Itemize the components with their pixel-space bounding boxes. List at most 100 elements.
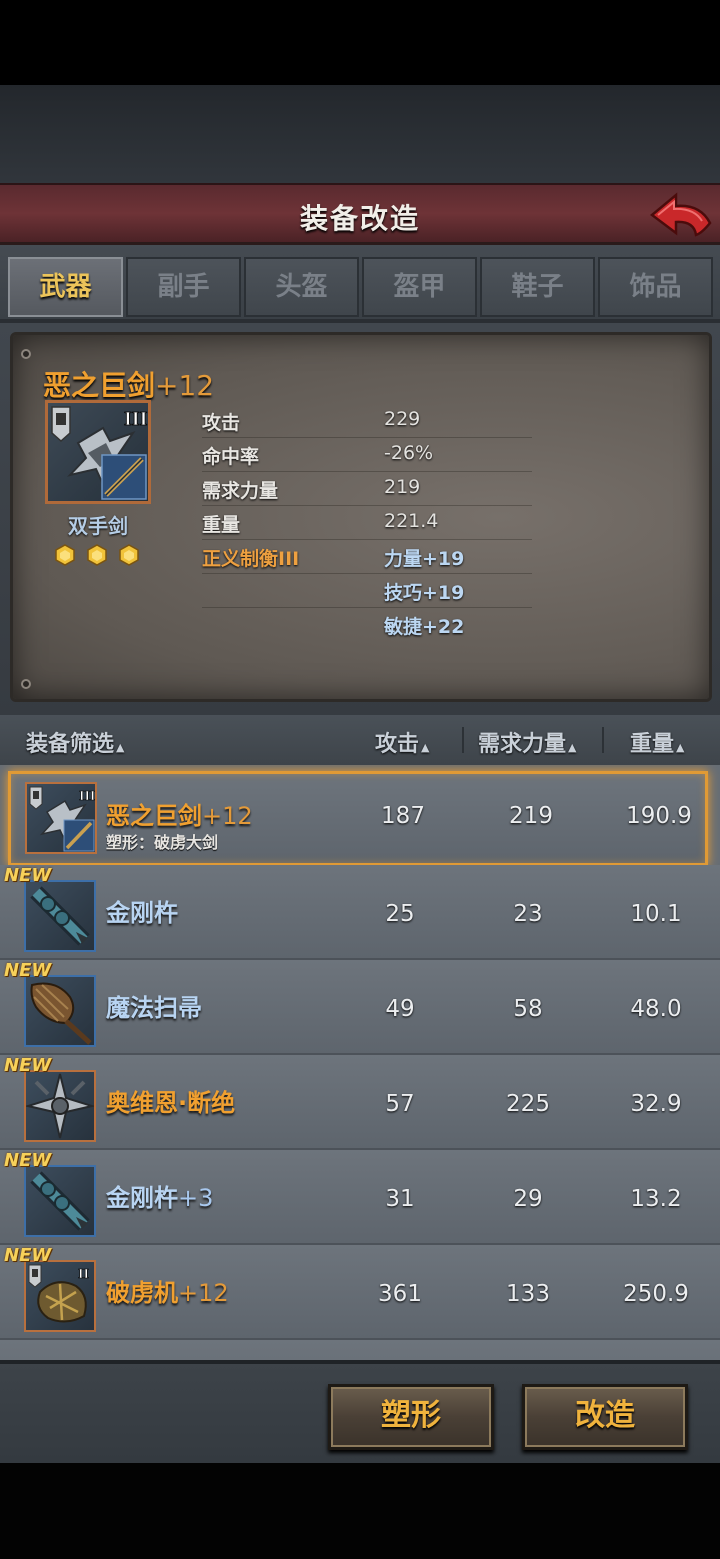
stat-label: 攻击 [202, 412, 241, 434]
item-weight: 48.0 [630, 996, 682, 1022]
stat-row-set-bonus: 正义制衡III 力量+19 [202, 540, 532, 574]
item-strength: 23 [513, 901, 543, 927]
tab-armor[interactable]: 盔甲 [362, 257, 477, 317]
gem-icon [54, 544, 76, 566]
item-weight: 190.9 [626, 803, 692, 829]
new-badge: NEW [4, 865, 52, 886]
shape-button[interactable]: 塑形 [328, 1384, 494, 1450]
modify-button[interactable]: 改造 [522, 1384, 688, 1450]
list-item-selected[interactable]: III 恶之巨剑+12 塑形：破虏大剑 187 219 190.9 [8, 771, 708, 866]
stat-row-weight: 重量 221.4 [202, 506, 532, 540]
item-weight: 32.9 [630, 1091, 682, 1117]
item-strength: 219 [509, 803, 553, 829]
bonus-value: 敏捷+22 [384, 616, 465, 638]
item-strength: 133 [506, 1281, 550, 1307]
detail-item-icon: III [45, 400, 151, 504]
bonus-value: 力量+19 [384, 548, 465, 570]
sort-weight-button[interactable]: 重量 ▲ [630, 726, 684, 758]
item-weight: 13.2 [630, 1186, 682, 1212]
new-badge: NEW [4, 1055, 52, 1076]
stat-label: 命中率 [202, 446, 260, 468]
stat-row-accuracy: 命中率 -26% [202, 438, 532, 472]
sort-strength-button[interactable]: 需求力量 ▲ [478, 726, 576, 758]
list-item[interactable] [0, 1340, 720, 1360]
item-icon-frame [24, 975, 96, 1047]
stat-value: 229 [384, 408, 421, 430]
item-subtitle: 塑形：破虏大剑 [106, 833, 219, 852]
siege-engine-icon: II [28, 1264, 89, 1323]
broom-icon [30, 982, 92, 1045]
rivet [21, 679, 31, 689]
item-name: 魔法扫帚 [106, 988, 202, 1023]
stat-row-attack: 攻击 229 [202, 404, 532, 438]
item-name-text: 魔法扫帚 [106, 994, 202, 1022]
divider [602, 727, 604, 753]
navigation-bar-area [0, 1463, 720, 1559]
back-arrow-icon [649, 192, 712, 237]
item-name: 破虏机+12 [106, 1273, 229, 1308]
item-strength: 29 [513, 1186, 543, 1212]
item-plus-text: +12 [202, 802, 253, 830]
title-bar: 装备改造 [0, 183, 720, 245]
sort-arrow-icon: ▲ [421, 741, 430, 754]
tab-offhand[interactable]: 副手 [126, 257, 241, 317]
vajra-icon [30, 886, 90, 946]
rivet [21, 349, 31, 359]
detail-plus-text: +12 [155, 369, 215, 402]
stat-value: -26% [384, 442, 434, 464]
stat-label: 需求力量 [202, 480, 279, 502]
list-item[interactable]: NEW 魔法扫帚 49 58 48.0 [0, 960, 720, 1055]
new-badge: NEW [4, 960, 52, 981]
tab-accessory[interactable]: 饰品 [598, 257, 713, 317]
list-item[interactable]: II NEW 破虏机+12 361 133 250.9 [0, 1245, 720, 1340]
sort-strength-text: 需求力量 [478, 732, 567, 757]
item-attack: 361 [378, 1281, 422, 1307]
stat-label: 重量 [202, 514, 241, 536]
set-bonus-label: 正义制衡III [202, 548, 300, 570]
stat-value: 219 [384, 476, 421, 498]
vajra-icon [30, 1171, 90, 1231]
tab-helmet[interactable]: 头盔 [244, 257, 359, 317]
detail-tier-text: III [124, 408, 148, 430]
item-name: 金刚杵 [106, 893, 178, 928]
page-title: 装备改造 [299, 202, 420, 235]
item-icon-frame [24, 1165, 96, 1237]
sort-attack-text: 攻击 [375, 732, 420, 757]
great-sword-icon: III [51, 406, 148, 500]
item-plus-text: +3 [178, 1184, 214, 1212]
status-bar-area [0, 0, 720, 85]
item-name: 恶之巨剑+12 [106, 796, 253, 831]
cross-blade-icon [24, 1073, 96, 1139]
item-plus-text: +12 [178, 1279, 229, 1307]
item-name-text: 奥维恩·断绝 [106, 1089, 236, 1117]
item-icon-frame [24, 880, 96, 952]
list-item[interactable]: NEW 奥维恩·断绝 57 225 32.9 [0, 1055, 720, 1150]
item-strength: 225 [506, 1091, 550, 1117]
list-item[interactable]: NEW 金刚杵+3 31 29 13.2 [0, 1150, 720, 1245]
stat-row-bonus: 技巧+19 [202, 574, 532, 608]
equipment-list[interactable]: III 恶之巨剑+12 塑形：破虏大剑 187 219 190.9 NEW 金刚… [0, 765, 720, 1360]
divider [462, 727, 464, 753]
item-attack: 31 [385, 1186, 415, 1212]
item-attack: 187 [381, 803, 425, 829]
item-attack: 25 [385, 901, 415, 927]
equipment-filter-button[interactable]: 装备筛选 ▲ [26, 726, 124, 758]
item-name-text: 破虏机 [106, 1279, 178, 1307]
top-backdrop [0, 85, 720, 185]
item-icon-frame: II [24, 1260, 96, 1332]
back-button[interactable] [648, 189, 714, 241]
item-strength: 58 [513, 996, 543, 1022]
item-name-text: 恶之巨剑 [106, 802, 202, 830]
category-tabs: 武器 副手 头盔 盔甲 鞋子 饰品 [0, 245, 720, 323]
stat-row-strength: 需求力量 219 [202, 472, 532, 506]
sort-arrow-icon: ▲ [116, 741, 125, 754]
item-name: 奥维恩·断绝 [106, 1083, 235, 1118]
gem-icon [118, 544, 140, 566]
list-item[interactable]: NEW 金刚杵 25 23 10.1 [0, 865, 720, 960]
tab-shoes[interactable]: 鞋子 [480, 257, 595, 317]
new-badge: NEW [4, 1150, 52, 1171]
item-name-text: 金刚杵 [106, 899, 178, 927]
sort-attack-button[interactable]: 攻击 ▲ [375, 726, 429, 758]
stat-row-bonus: 敏捷+22 [202, 608, 532, 642]
tab-weapon[interactable]: 武器 [8, 257, 123, 317]
